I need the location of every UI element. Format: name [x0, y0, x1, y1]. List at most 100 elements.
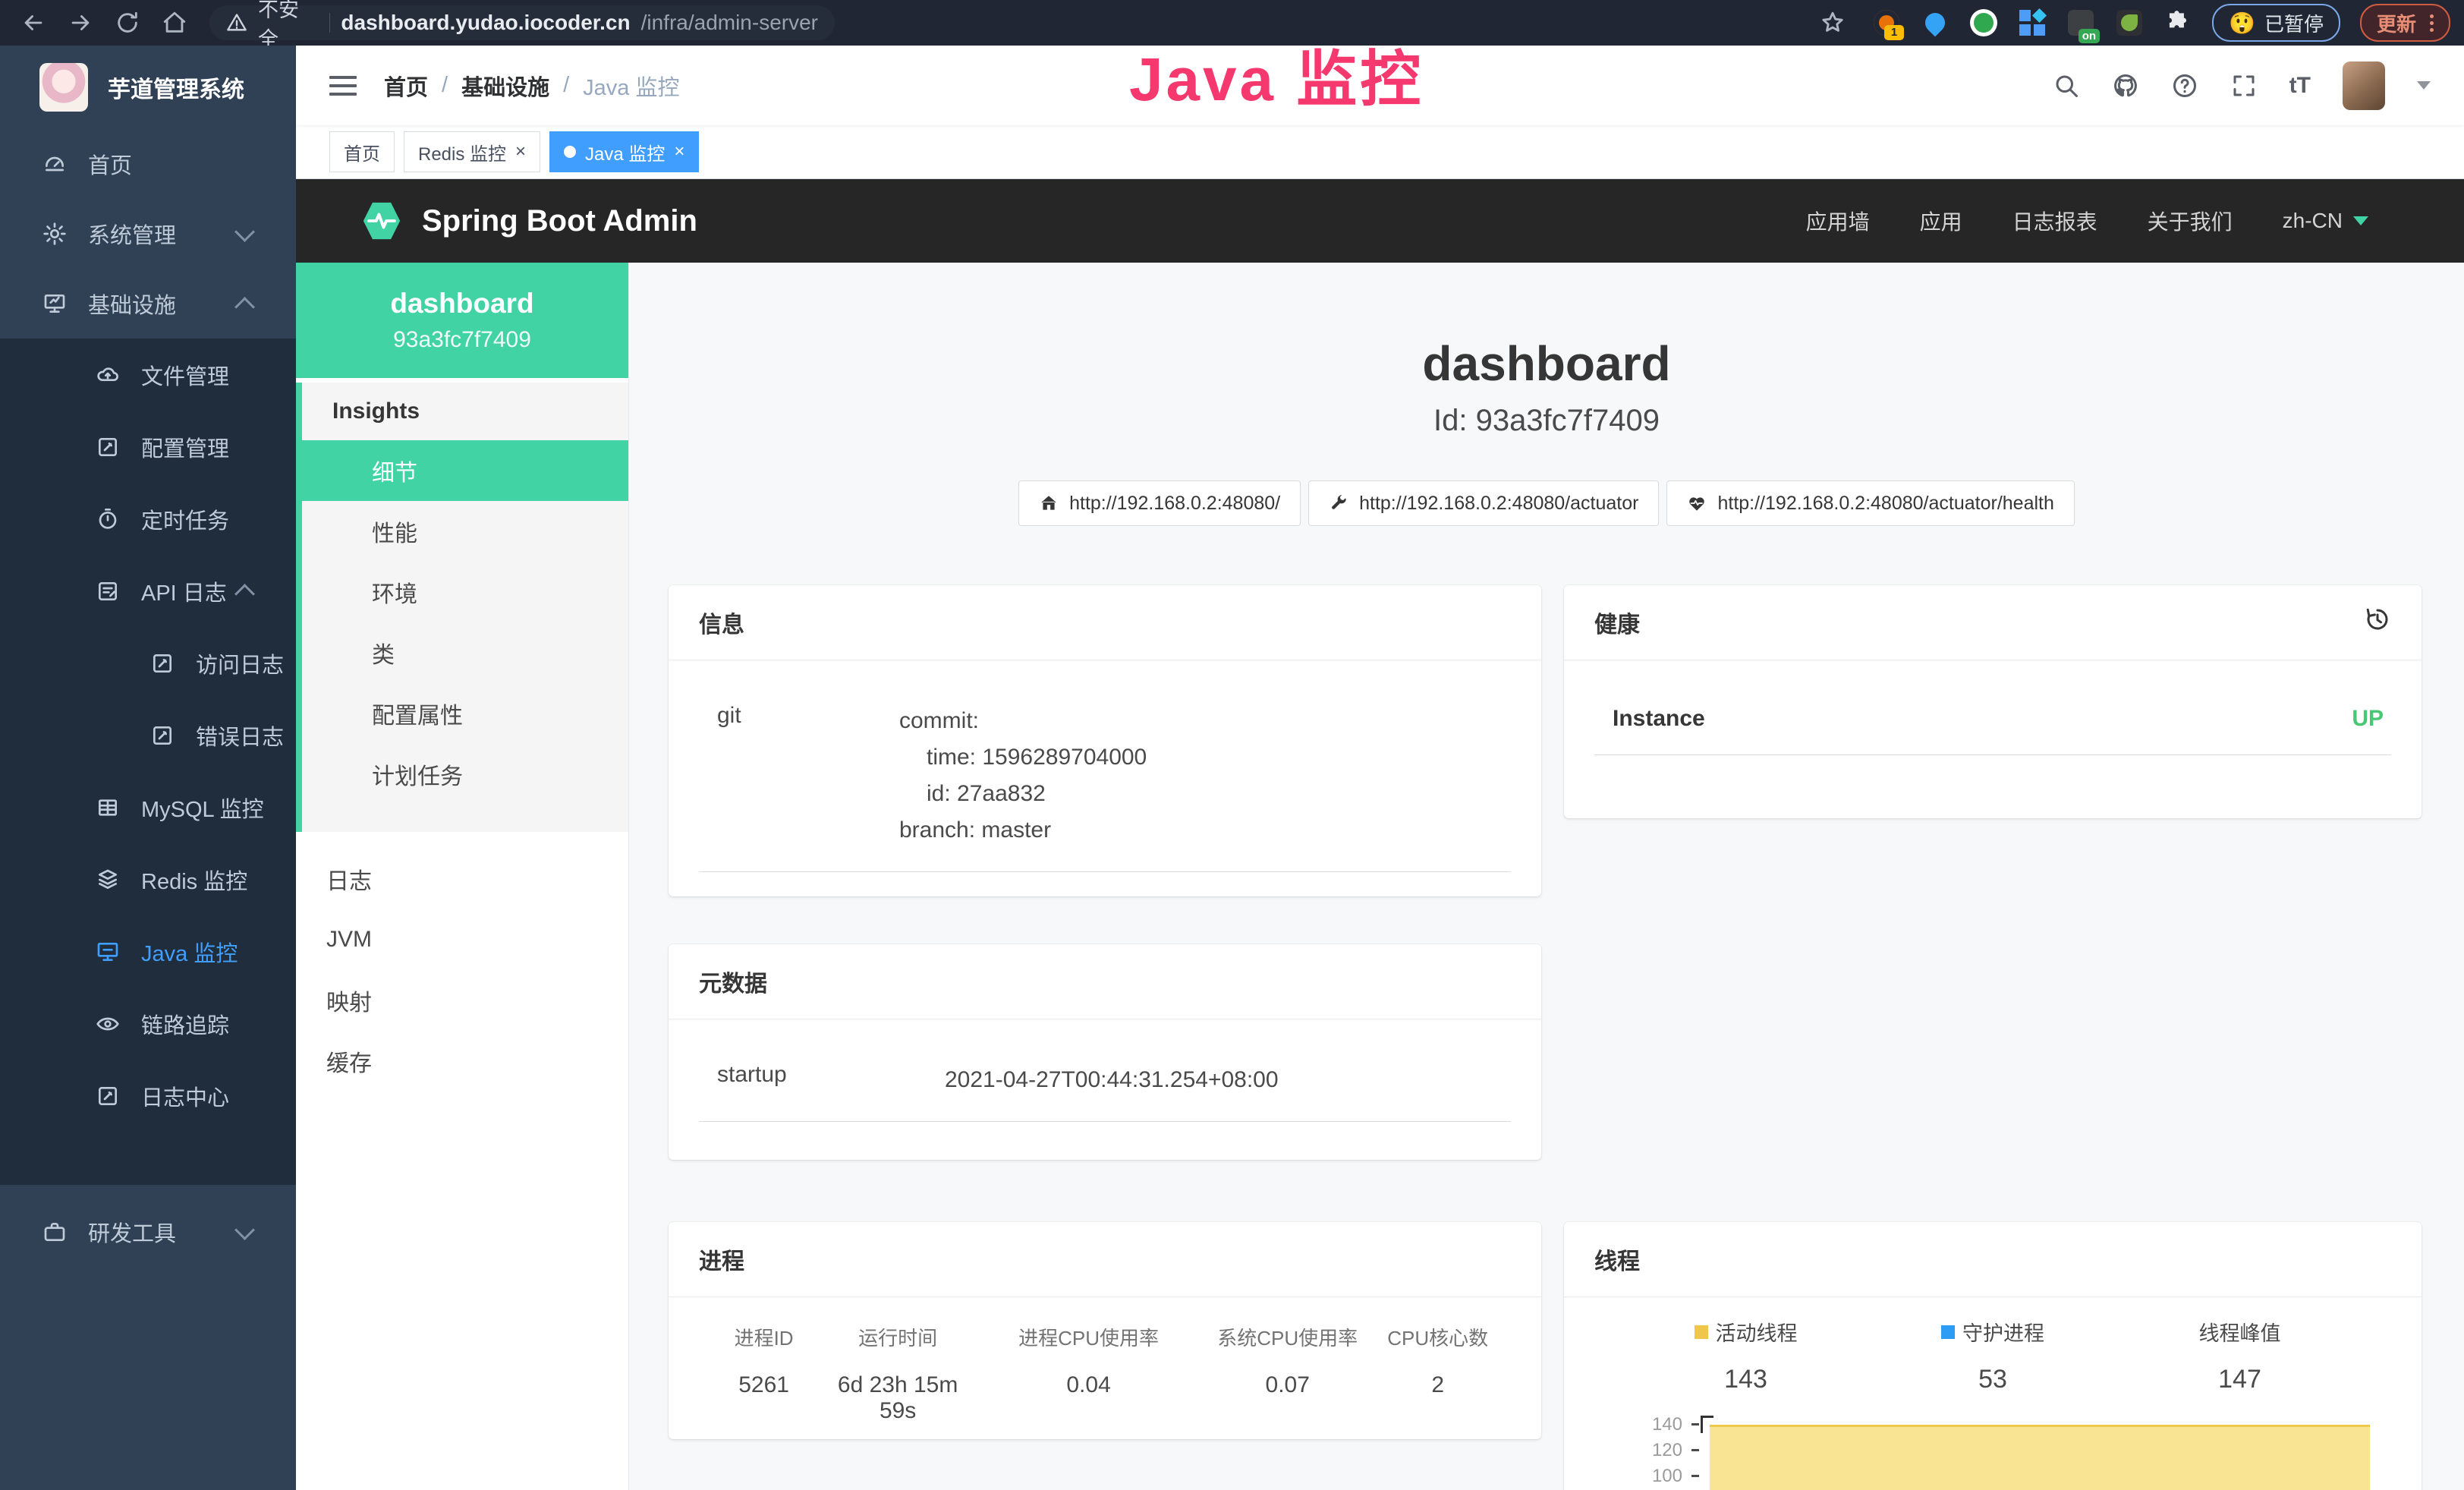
- update-button[interactable]: 更新: [2360, 4, 2450, 42]
- process-table-row: 5261 6d 23h 15m 59s 0.04 0.07 2: [699, 1372, 1511, 1424]
- sidebar-item-tracing[interactable]: 链路追踪: [0, 988, 296, 1060]
- sba-link-journal[interactable]: 日志报表: [2012, 206, 2097, 236]
- app-logo-image: [39, 63, 88, 112]
- on-badge: on: [2079, 29, 2100, 43]
- legend-live: 活动线程: [1594, 1317, 1897, 1347]
- sidebar-item-redis[interactable]: Redis 监控: [0, 843, 296, 915]
- sba-logo-icon: [360, 199, 404, 243]
- actuator-url-button[interactable]: http://192.168.0.2:48080/actuator: [1308, 480, 1659, 526]
- fullscreen-icon[interactable]: [2230, 72, 2258, 99]
- layers-icon: [96, 868, 120, 892]
- health-instance-row: Instance UP: [1594, 686, 2391, 755]
- health-url-button[interactable]: http://192.168.0.2:48080/actuator/health: [1666, 480, 2074, 526]
- log-edit-icon: [96, 579, 120, 603]
- chevron-up-icon: [234, 297, 255, 317]
- extension-grid-icon[interactable]: [2018, 8, 2047, 37]
- gear-icon: [42, 222, 67, 246]
- extension-pin-icon[interactable]: [1921, 8, 1949, 37]
- tab-redis-monitor[interactable]: Redis 监控 ×: [404, 131, 540, 172]
- service-url-button[interactable]: http://192.168.0.2:48080/: [1018, 480, 1301, 526]
- sidebar-item-mysql[interactable]: MySQL 监控: [0, 771, 296, 843]
- instance-menu-classes[interactable]: 类: [302, 622, 628, 683]
- instance-menu-configprops[interactable]: 配置属性: [302, 683, 628, 744]
- sidebar-item-home[interactable]: 首页: [0, 129, 296, 199]
- breadcrumb-infra[interactable]: 基础设施: [461, 70, 549, 102]
- instance-menu-logs[interactable]: 日志: [296, 849, 628, 909]
- forward-icon[interactable]: [61, 3, 100, 43]
- threads-legend: 活动线程 守护进程 线程峰值: [1594, 1317, 2391, 1347]
- extension-orange-icon[interactable]: 1: [1872, 8, 1901, 37]
- close-icon[interactable]: ×: [515, 143, 526, 161]
- history-icon[interactable]: [2364, 606, 2391, 639]
- sidebar-item-files[interactable]: 文件管理: [0, 339, 296, 411]
- breadcrumb-separator: /: [563, 73, 569, 98]
- log-edit-icon: [96, 1084, 120, 1108]
- instance-menu-scheduled[interactable]: 计划任务: [302, 744, 628, 805]
- breadcrumb-current: Java 监控: [583, 70, 679, 102]
- info-git-value: commit: time: 1596289704000 id: 27aa832 …: [899, 703, 1147, 849]
- tab-java-monitor[interactable]: Java 监控 ×: [549, 131, 699, 172]
- avatar[interactable]: [2343, 61, 2385, 110]
- back-icon[interactable]: [14, 3, 53, 43]
- sidebar-item-dev-tools[interactable]: 研发工具: [0, 1197, 296, 1267]
- sba-brand[interactable]: Spring Boot Admin: [360, 199, 697, 243]
- close-icon[interactable]: ×: [674, 143, 684, 161]
- hamburger-icon[interactable]: [329, 76, 357, 96]
- url-path: /infra/admin-server: [641, 11, 818, 35]
- threads-card-title: 线程: [1564, 1222, 2422, 1297]
- threads-values: 143 53 147: [1594, 1365, 2391, 1394]
- instance-menu-details[interactable]: 细节: [296, 440, 628, 501]
- dashboard-icon: [42, 152, 67, 176]
- extensions-puzzle-icon[interactable]: [2163, 8, 2192, 37]
- breadcrumb-home[interactable]: 首页: [384, 70, 428, 102]
- instance-menu-jvm[interactable]: JVM: [296, 909, 628, 970]
- sidebar-item-infra[interactable]: 基础设施: [0, 269, 296, 339]
- app-title: 芋道管理系统: [108, 71, 244, 104]
- home-icon[interactable]: [155, 3, 194, 43]
- font-size-icon[interactable]: tT: [2289, 73, 2311, 99]
- heartbeat-icon: [1687, 493, 1707, 513]
- search-icon[interactable]: [2053, 72, 2080, 99]
- process-uptime: 6d 23h 15m 59s: [829, 1372, 967, 1424]
- reload-icon[interactable]: [108, 3, 147, 43]
- sba-link-applications[interactable]: 应用: [1920, 206, 1962, 236]
- instance-menu-env[interactable]: 环境: [302, 562, 628, 622]
- paused-badge[interactable]: 😲 已暂停: [2212, 4, 2340, 42]
- timer-icon: [96, 507, 120, 531]
- app-logo[interactable]: 芋道管理系统: [0, 46, 296, 129]
- sidebar-item-api-logs[interactable]: API 日志: [0, 555, 296, 627]
- sidebar-item-system[interactable]: 系统管理: [0, 199, 296, 269]
- annotation-overlay: Java 监控: [1129, 30, 1424, 118]
- sidebar-item-java-monitor[interactable]: Java 监控: [0, 915, 296, 988]
- y-tick-label: 120: [1614, 1440, 1682, 1461]
- instance-menu-others: 日志 JVM 映射 缓存: [296, 849, 628, 1092]
- instance-menu-mappings[interactable]: 映射: [296, 970, 628, 1031]
- sba-link-wallboard[interactable]: 应用墙: [1806, 206, 1870, 236]
- help-icon[interactable]: [2171, 72, 2198, 99]
- sba-link-about[interactable]: 关于我们: [2148, 206, 2233, 236]
- health-card: 健康 Instance UP: [1564, 585, 2422, 818]
- caret-down-icon[interactable]: [2417, 81, 2431, 90]
- briefcase-icon: [42, 1220, 67, 1244]
- instance-menu-metrics[interactable]: 性能: [302, 501, 628, 562]
- sidebar-item-access-logs[interactable]: 访问日志: [0, 627, 296, 699]
- metadata-card-title: 元数据: [669, 944, 1541, 1019]
- cloud-upload-icon: [96, 363, 120, 387]
- extension-on-icon[interactable]: on: [2066, 8, 2095, 37]
- sidebar-item-error-logs[interactable]: 错误日志: [0, 699, 296, 771]
- legend-blue-swatch: [1941, 1325, 1955, 1339]
- sidebar-item-jobs[interactable]: 定时任务: [0, 483, 296, 555]
- monitor-icon: [42, 291, 67, 316]
- locale-select[interactable]: zh-CN: [2283, 209, 2368, 233]
- bookmark-star-icon[interactable]: [1813, 3, 1852, 43]
- extension-y-icon[interactable]: [1969, 8, 1998, 37]
- instance-menu-caches[interactable]: 缓存: [296, 1031, 628, 1092]
- sidebar-item-log-center[interactable]: 日志中心: [0, 1060, 296, 1132]
- extension-leaf-icon[interactable]: [2115, 8, 2144, 37]
- tab-home[interactable]: 首页: [329, 131, 395, 172]
- github-icon[interactable]: [2112, 72, 2139, 99]
- kebab-menu-icon[interactable]: [2430, 14, 2434, 32]
- infra-submenu: 文件管理 配置管理 定时任务 API 日志: [0, 339, 296, 1185]
- address-bar[interactable]: 不安全 dashboard.yudao.iocoder.cn/infra/adm…: [209, 5, 835, 40]
- sidebar-item-config[interactable]: 配置管理: [0, 411, 296, 483]
